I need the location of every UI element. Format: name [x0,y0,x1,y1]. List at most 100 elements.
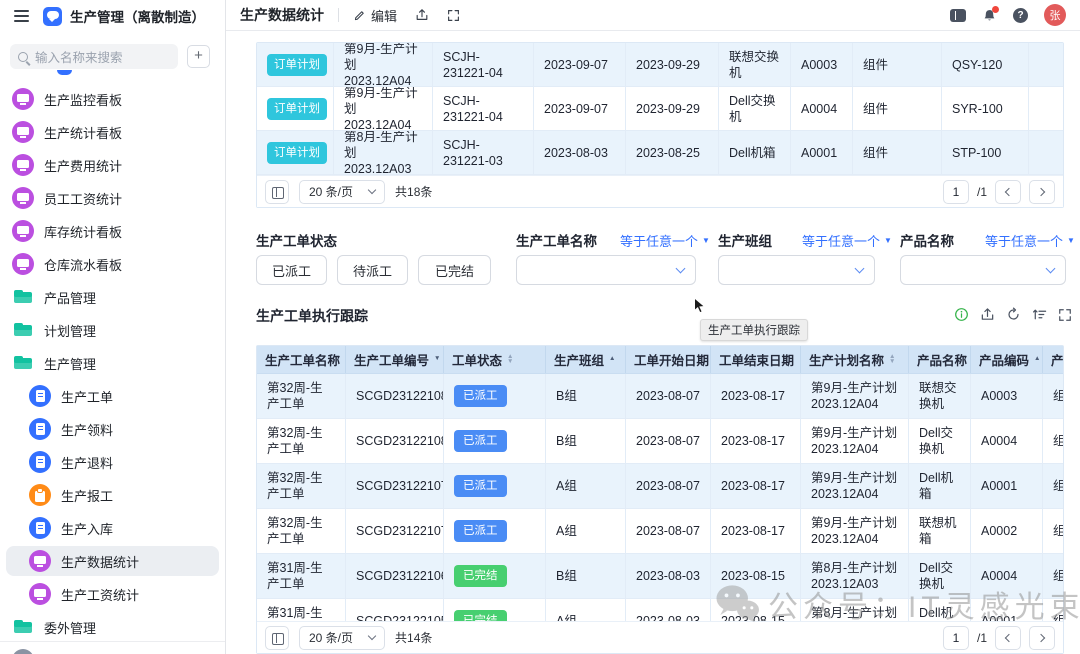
column-label: 工单结束日期 [719,350,794,369]
sidebar-item[interactable]: 仓库流水看板 [6,249,219,279]
start-date-cell: 2023-08-07 [626,374,711,418]
end-date-cell: 2023-08-17 [711,464,801,508]
sidebar-item[interactable]: 库存统计看板 [6,216,219,246]
next-page-button[interactable] [1029,180,1055,204]
expand-button[interactable] [1058,308,1072,322]
next-page-button[interactable] [1029,626,1055,650]
sidebar-item[interactable]: 生产数据统计 [6,546,219,576]
sidebar-item-icon [12,187,34,209]
column-settings-button[interactable] [265,626,289,650]
refresh-button[interactable] [1006,307,1021,322]
current-page-input[interactable]: 1 [943,180,969,204]
column-header[interactable]: 生产班组 [546,346,626,373]
info-icon [954,307,969,322]
caret-down-icon: ▼ [1067,237,1075,245]
current-page-input[interactable]: 1 [943,626,969,650]
info-button[interactable] [954,307,969,322]
edit-button[interactable]: 编辑 [353,6,397,25]
help-icon[interactable] [1013,8,1028,23]
export-button[interactable] [980,307,995,322]
avatar[interactable]: 张 [1044,4,1066,26]
work-order-code-cell: SCGD23122107 [346,464,444,508]
prev-page-button[interactable] [995,626,1021,650]
product-name-cell: 联想机箱 [909,509,971,553]
panel-toggle-icon[interactable] [950,9,966,22]
sidebar-item[interactable]: 生产工资统计 [6,579,219,609]
sidebar-item[interactable]: 生产退料 [6,447,219,477]
sidebar-item-icon [12,286,34,308]
status-filter-pending[interactable]: 待派工 [337,255,408,285]
hamburger-menu-icon[interactable] [14,15,29,17]
sidebar-item-icon [29,550,51,572]
product-operator[interactable]: 等于任意一个▼ [985,231,1075,250]
sidebar-item[interactable]: 产品管理 [6,282,219,312]
sort-settings-button[interactable] [1032,307,1047,322]
sidebar-item[interactable]: 生产管理 [6,348,219,378]
status-filter-finished[interactable]: 已完结 [418,255,491,285]
table-row[interactable]: 第32周-生产工单 SCGD23122107 已派工 A组 2023-08-07… [257,509,1063,554]
sidebar-item-icon [12,88,34,110]
prev-page-button[interactable] [995,180,1021,204]
team-select[interactable] [718,255,875,285]
status-filter-dispatched[interactable]: 已派工 [256,255,327,285]
table-row[interactable]: 第32周-生产工单 SCGD23122108 已派工 B组 2023-08-07… [257,374,1063,419]
share-button[interactable] [415,8,429,22]
product-select[interactable] [900,255,1066,285]
sidebar-item[interactable]: 生产领料 [6,414,219,444]
product-name-cell: Dell交换机 [909,419,971,463]
sidebar-item[interactable]: 委外管理 [6,612,219,642]
start-date-cell: 2023-08-03 [534,131,626,174]
total-count: 共14条 [395,629,432,646]
table-row[interactable]: 第32周-生产工单 SCGD23122108 已派工 B组 2023-08-07… [257,419,1063,464]
column-header[interactable]: 生产工单编号 [346,346,444,373]
app-screen: 生产管理（离散制造） 输入名称来搜索 + 生产监控看板 生产统计看板 [0,0,1080,654]
sidebar-item[interactable]: 管理后台 [6,645,219,654]
column-label: 工单状态 [452,350,502,369]
start-date-cell: 2023-08-07 [626,464,711,508]
sidebar-item[interactable]: 生产报工 [6,480,219,510]
product-name-cell: Dell机箱 [909,599,971,621]
table-row[interactable]: 订单计划 第9月-生产计划 2023.12A04 SCJH-231221-04 … [257,43,1063,87]
table-row[interactable]: 订单计划 第8月-生产计划 2023.12A03 SCJH-231221-03 … [257,131,1063,175]
upload-icon [415,8,429,22]
work-order-name-operator[interactable]: 等于任意一个▼ [620,231,710,250]
table-row[interactable]: 订单计划 第9月-生产计划 2023.12A04 SCJH-231221-04 … [257,87,1063,131]
team-cell: A组 [546,509,626,553]
sidebar-item[interactable]: 生产工单 [6,381,219,411]
column-header[interactable]: 工单开始日期 [626,346,711,373]
total-pages: /1 [977,631,987,645]
empty-cell [1029,43,1063,86]
column-header[interactable]: 工单状态 [444,346,546,373]
sidebar-item[interactable]: 员工工资统计 [6,183,219,213]
table-row[interactable]: 第31周-生产工单 SCGD23122106 已完结 B组 2023-08-03… [257,554,1063,599]
table-row[interactable]: 第31周-生产工单 SCGD23122105 已完结 A组 2023-08-03… [257,599,1063,621]
page-size-select[interactable]: 20 条/页 [299,180,385,204]
table-row[interactable]: 第32周-生产工单 SCGD23122107 已派工 A组 2023-08-07… [257,464,1063,509]
sidebar-item[interactable]: 生产费用统计 [6,150,219,180]
add-button[interactable]: + [187,45,210,68]
team-cell: B组 [546,419,626,463]
work-order-name-select[interactable] [516,255,696,285]
end-date-cell: 2023-08-17 [711,419,801,463]
end-date-cell: 2023-08-17 [711,509,801,553]
sidebar-item[interactable]: 计划管理 [6,315,219,345]
caret-down-icon: ▼ [884,237,892,245]
search-input[interactable]: 输入名称来搜索 [10,44,178,69]
work-order-name-cell: 第31周-生产工单 [257,554,346,598]
column-header[interactable]: 产品名称 [909,346,971,373]
sidebar-item[interactable]: 生产入库 [6,513,219,543]
clipped-cell: 组 [1043,554,1063,598]
column-header[interactable]: 工单结束日期 [711,346,801,373]
fullscreen-button[interactable] [447,9,460,22]
sidebar-item[interactable]: 生产统计看板 [6,117,219,147]
notifications-button[interactable] [982,8,997,23]
column-header[interactable]: 生产计划名称 [801,346,909,373]
column-header[interactable]: 产 [1043,346,1063,373]
column-settings-button[interactable] [265,180,289,204]
column-header[interactable]: 产品编码 [971,346,1043,373]
team-operator[interactable]: 等于任意一个▼ [802,231,892,250]
sidebar-item-icon [12,121,34,143]
sidebar-item[interactable]: 生产监控看板 [6,84,219,114]
page-size-select[interactable]: 20 条/页 [299,626,385,650]
column-header[interactable]: 生产工单名称 [257,346,346,373]
